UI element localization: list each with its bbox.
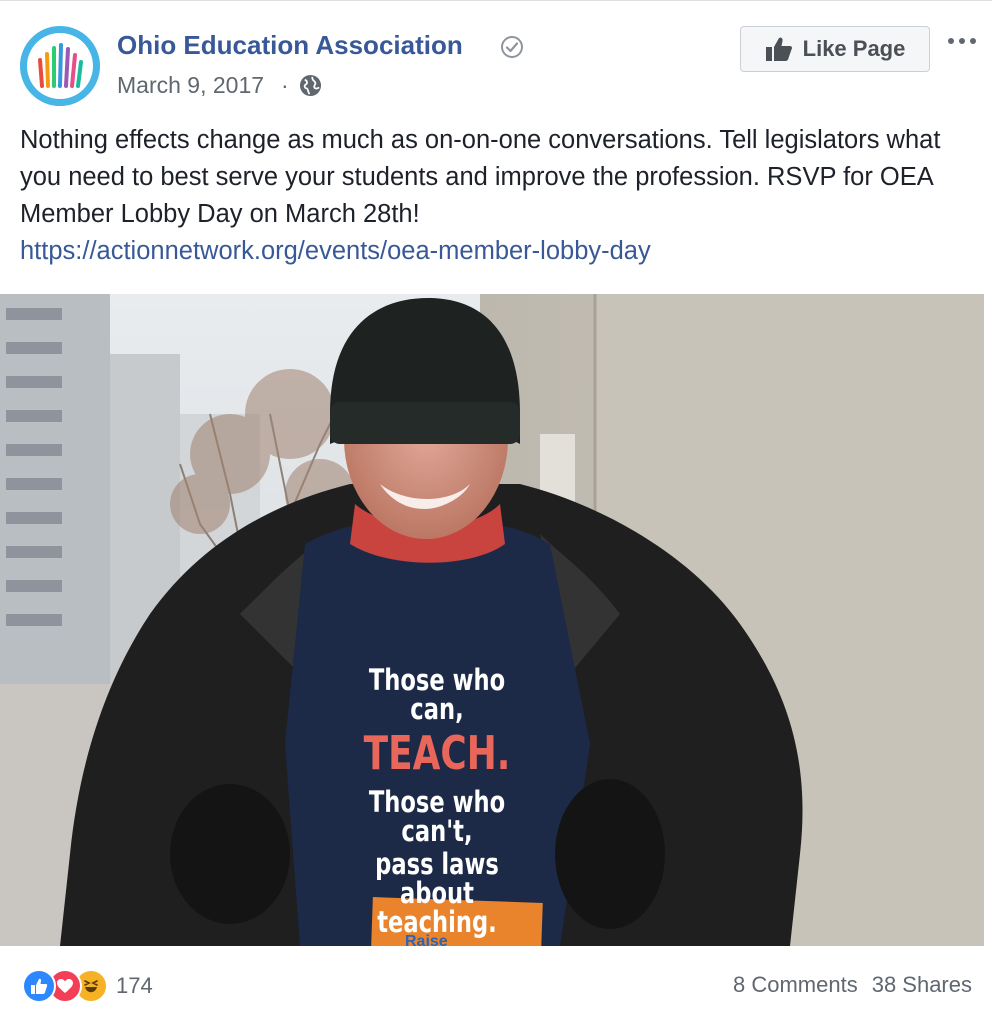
- like-reaction-icon: [22, 969, 56, 1003]
- globe-icon: [299, 74, 322, 97]
- page-avatar[interactable]: [20, 26, 100, 106]
- shirt-line-4: pass laws about teaching.: [375, 847, 499, 939]
- post-body-text: Nothing effects change as much as on-on-…: [20, 126, 941, 228]
- post-message: Nothing effects change as much as on-on-…: [20, 122, 970, 270]
- post-photo[interactable]: Raise Those who can, TEACH. Those who ca…: [0, 294, 984, 946]
- page-name-link[interactable]: Ohio Education Association: [117, 30, 463, 61]
- shirt-line-teach: TEACH.: [363, 726, 511, 780]
- verified-check-icon: [501, 36, 523, 58]
- shirt-line-1: Those who can,: [368, 663, 506, 726]
- reactions-summary[interactable]: 174: [22, 968, 153, 1004]
- event-link[interactable]: https://actionnetwork.org/events/oea-mem…: [20, 237, 651, 265]
- thumbs-up-icon: [765, 37, 792, 61]
- shares-count-link[interactable]: 38 Shares: [872, 972, 972, 998]
- shirt-slogan: Those who can, TEACH. Those who can't, p…: [340, 666, 535, 937]
- comments-count-link[interactable]: 8 Comments: [733, 972, 858, 998]
- more-options-icon[interactable]: [942, 26, 982, 56]
- like-page-button[interactable]: Like Page: [740, 26, 930, 72]
- post-top-border: [0, 0, 992, 1]
- shirt-line-3: Those who can't,: [368, 785, 506, 848]
- date-separator: ·: [281, 72, 289, 98]
- post-timestamp[interactable]: March 9, 2017: [117, 72, 264, 99]
- like-page-label: Like Page: [802, 36, 906, 61]
- engagement-stats: 8 Comments 38 Shares: [733, 972, 972, 998]
- reaction-count: 174: [116, 973, 153, 998]
